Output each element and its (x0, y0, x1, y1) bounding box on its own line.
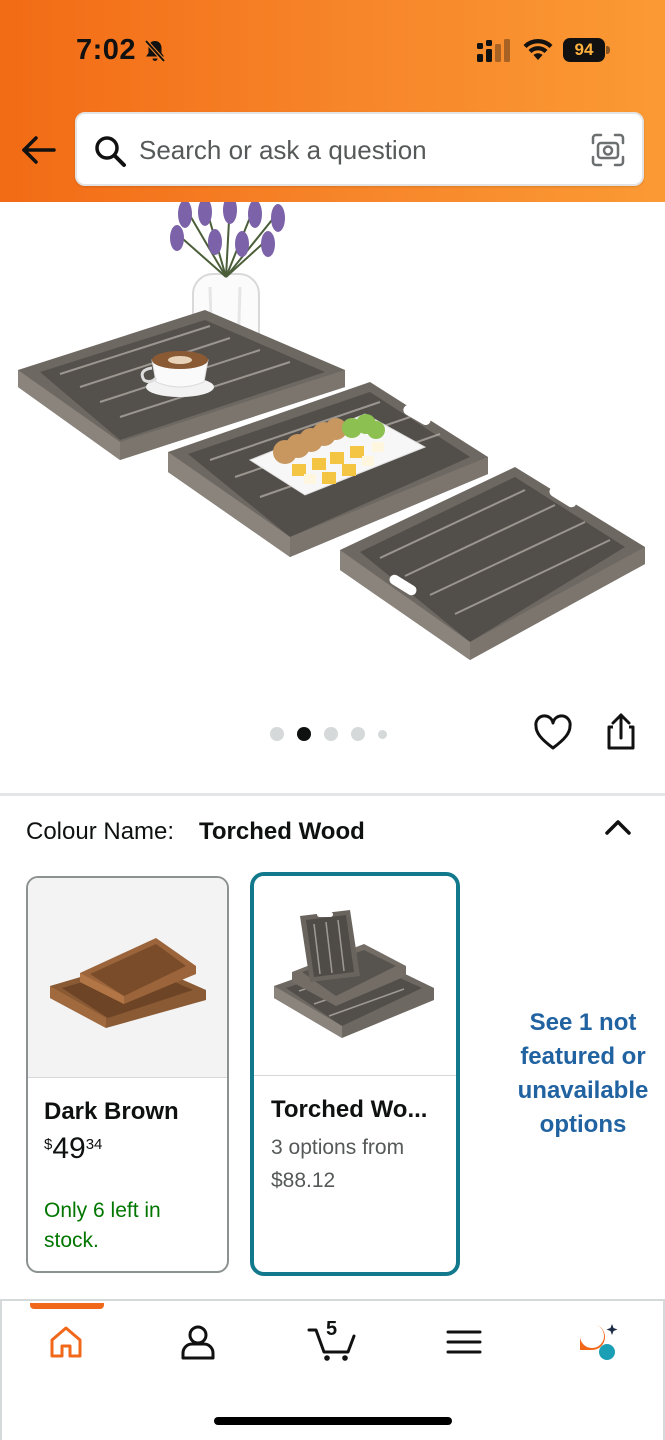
home-icon[interactable] (46, 1322, 86, 1362)
search-input[interactable] (139, 130, 569, 170)
dark-brown-trays-image (50, 938, 206, 1028)
variant-options-text: 3 options from $88.12 (271, 1136, 405, 1192)
pagination-dot[interactable] (351, 727, 365, 741)
price-symbol: $ (44, 1136, 53, 1153)
camera-lens-icon[interactable] (590, 132, 626, 168)
back-arrow-icon[interactable] (18, 130, 58, 170)
variant-name: Torched Wo... (271, 1096, 428, 1123)
nav-active-indicator (30, 1303, 104, 1309)
stock-note: Only 6 left in stock. (44, 1199, 161, 1252)
section-divider (0, 793, 665, 796)
cellular-signal-icon (477, 39, 510, 62)
battery-icon: 94 (563, 38, 611, 62)
colour-name-label: Colour Name: (26, 818, 175, 845)
heart-icon[interactable] (533, 713, 573, 753)
bell-muted-icon (144, 39, 166, 63)
menu-icon[interactable] (444, 1322, 484, 1362)
see-more-options-link[interactable]: See 1 not featured or unavailable option… (502, 1006, 664, 1142)
colour-name-value: Torched Wood (199, 818, 365, 845)
search-icon (95, 136, 126, 167)
variant-card-torched-wood-selected[interactable]: Torched Wo... 3 options from $88.12 (250, 872, 460, 1276)
variant-thumbnail (254, 876, 456, 1076)
account-icon[interactable] (178, 1322, 218, 1362)
status-time: 7:02 (76, 34, 137, 66)
pagination-dot[interactable] (270, 727, 284, 741)
variant-card-dark-brown[interactable]: Dark Brown $4934 Only 6 left in stock. (26, 876, 229, 1273)
pagination-dot-active[interactable] (297, 727, 311, 741)
battery-level: 94 (563, 38, 605, 62)
product-image[interactable] (0, 202, 665, 687)
chevron-up-icon[interactable] (600, 812, 636, 842)
pagination-dot[interactable] (324, 727, 338, 741)
image-pagination (270, 726, 387, 742)
variant-name: Dark Brown (44, 1098, 179, 1125)
app-header: 7:02 94 (0, 0, 665, 202)
torched-wood-trays-image (274, 910, 434, 1038)
home-indicator (214, 1417, 452, 1425)
price-fraction: 34 (85, 1136, 103, 1153)
price-whole: 49 (52, 1132, 86, 1165)
wifi-icon (523, 38, 553, 60)
pagination-dot[interactable] (378, 729, 387, 739)
search-bar[interactable] (75, 112, 644, 186)
rufus-assistant-icon[interactable] (576, 1322, 620, 1362)
variant-thumbnail (28, 878, 227, 1078)
share-icon[interactable] (603, 712, 639, 752)
variant-price: $4934 (44, 1132, 102, 1166)
cart-count-badge: 5 (326, 1318, 338, 1340)
